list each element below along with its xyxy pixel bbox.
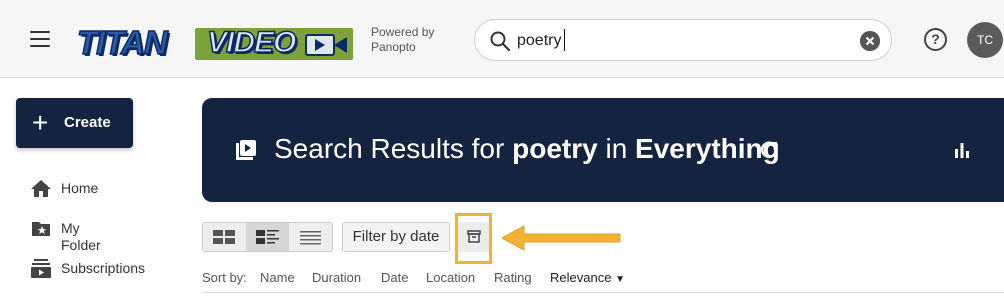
sort-option-location[interactable]: Location	[426, 270, 475, 286]
titan-video-logo[interactable]: TITAN VIDEO	[73, 23, 353, 62]
powered-by-line1: Powered by	[371, 25, 435, 39]
logo-video-text: VIDEO	[206, 25, 297, 60]
refresh-icon[interactable]	[758, 139, 780, 161]
video-library-icon	[236, 140, 256, 160]
text-caret	[564, 29, 565, 51]
create-button[interactable]: + Create	[16, 98, 133, 148]
logo-titan-text: TITAN	[76, 23, 168, 62]
home-icon	[31, 180, 51, 197]
hamburger-menu-icon[interactable]	[30, 31, 50, 47]
sidebar-item-label: Subscriptions	[61, 260, 146, 276]
sort-label: Sort by:	[202, 270, 247, 285]
title-query: poetry	[512, 133, 598, 164]
powered-by-line2: Panopto	[371, 40, 416, 54]
sort-option-rating[interactable]: Rating	[494, 270, 532, 286]
stats-icon[interactable]	[952, 140, 972, 160]
avatar[interactable]: TC	[967, 22, 1003, 58]
create-label: Create	[64, 114, 111, 131]
powered-by-text: Powered by Panopto	[371, 25, 434, 55]
top-bar: TITAN VIDEO Powered by Panopto poetry ? …	[0, 0, 1004, 78]
sidebar-item-label: Home	[61, 180, 99, 196]
help-icon[interactable]: ?	[924, 28, 947, 51]
chevron-down-icon: ▼	[615, 274, 625, 285]
list-view-icon	[300, 231, 321, 245]
clear-icon[interactable]	[860, 31, 880, 51]
sort-selected-label: Relevance	[550, 270, 612, 285]
sort-option-duration[interactable]: Duration	[312, 270, 361, 286]
detail-view-button[interactable]	[246, 223, 289, 251]
list-view-button[interactable]	[289, 223, 332, 251]
folder-star-icon	[32, 222, 50, 236]
view-toggle-group	[202, 222, 333, 252]
search-box[interactable]: poetry	[474, 19, 892, 61]
title-middle: in	[597, 133, 636, 164]
plus-icon: +	[32, 107, 49, 138]
grid-view-icon	[213, 230, 235, 244]
sort-option-name[interactable]: Name	[260, 270, 295, 286]
annotation-arrow-icon	[502, 225, 621, 251]
title-prefix: Search Results for	[274, 133, 513, 164]
annotation-highlight-box	[455, 213, 492, 264]
divider	[202, 292, 1004, 293]
sidebar-item-label: My Folder	[61, 220, 101, 253]
subscriptions-icon	[31, 259, 51, 278]
search-icon	[490, 31, 511, 52]
search-input[interactable]: poetry	[517, 31, 561, 51]
grid-view-button[interactable]	[203, 223, 246, 251]
filter-by-date-button[interactable]: Filter by date	[342, 222, 450, 252]
video-camera-icon	[305, 34, 347, 56]
search-results-banner: Search Results for poetry in Everything	[202, 98, 1004, 202]
page-title: Search Results for poetry in Everything	[274, 132, 780, 166]
sort-option-date[interactable]: Date	[381, 270, 408, 286]
detail-view-icon	[256, 230, 279, 244]
sort-option-relevance[interactable]: Relevance ▼	[550, 270, 625, 288]
